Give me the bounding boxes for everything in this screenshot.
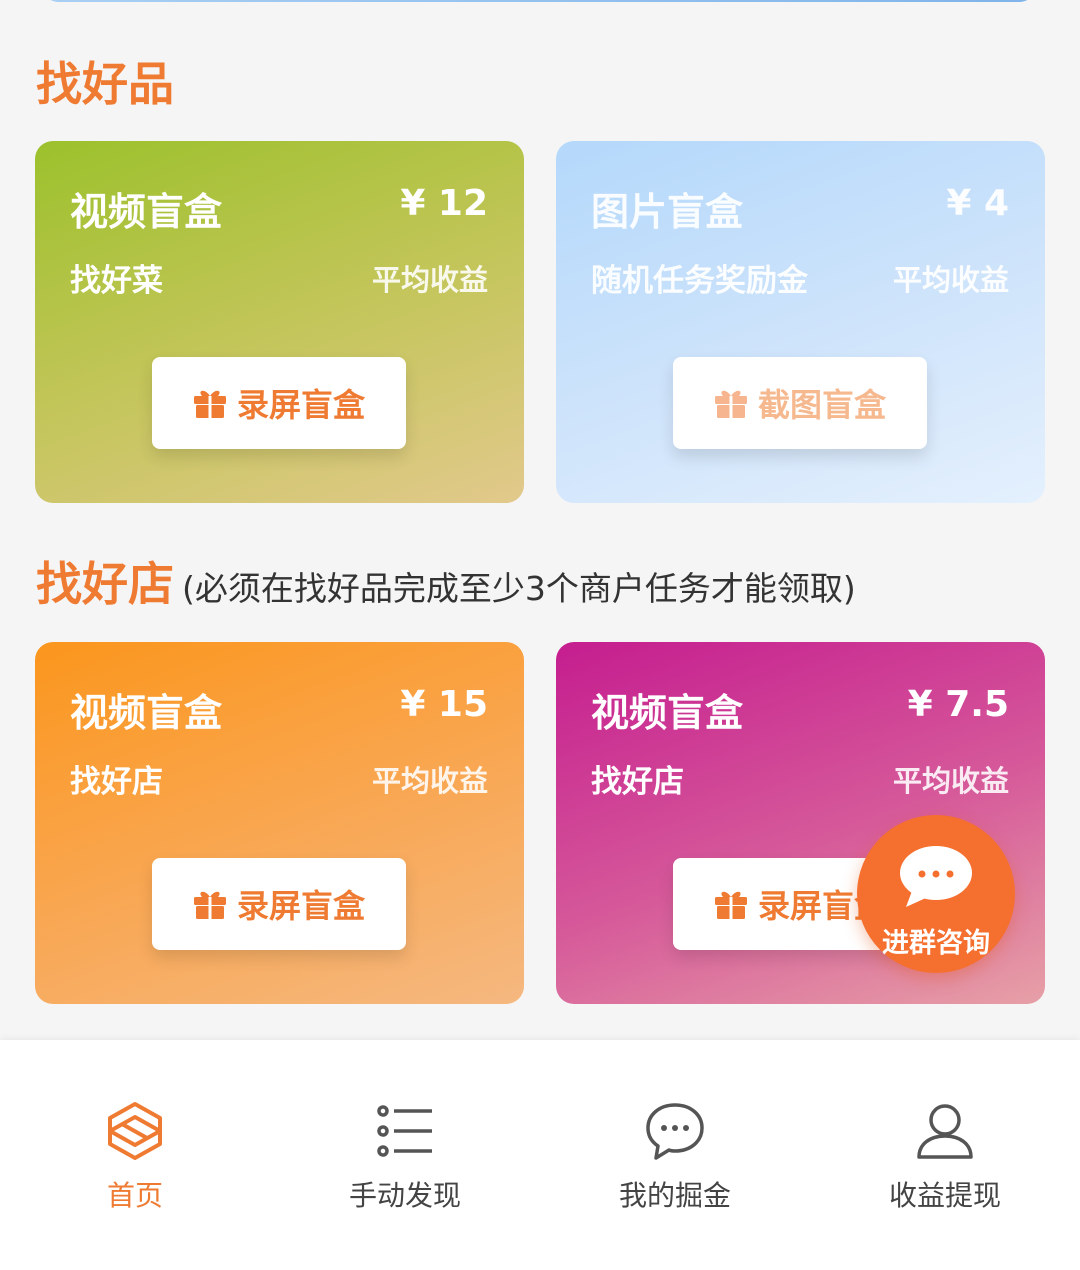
- card-subtitle: 找好菜: [70, 263, 163, 299]
- card-average-label: 平均收益: [371, 263, 488, 297]
- card-subtitle: 找好店: [70, 764, 163, 800]
- list-icon: [377, 1105, 432, 1157]
- chat-icon: [646, 1103, 704, 1160]
- tab-my-mining[interactable]: 我的掘金: [540, 1040, 810, 1270]
- section-title-good-products: 找好品: [36, 48, 174, 114]
- card-subtitle: 随机任务奖励金: [591, 263, 808, 299]
- card-subtitle: 找好店: [591, 764, 684, 800]
- cube-icon: [108, 1102, 162, 1160]
- record-blindbox-button[interactable]: 录屏盲盒: [152, 357, 406, 449]
- card-title: 视频盲盒: [70, 190, 223, 234]
- card-average-label: 平均收益: [892, 263, 1009, 297]
- section-title-good-shops: 找好店 (必须在找好品完成至少3个商户任务才能领取): [36, 548, 856, 614]
- section-note: (必须在找好品完成至少3个商户任务才能领取): [182, 569, 856, 608]
- tab-label: 手动发现: [348, 1179, 461, 1212]
- group-consult-button[interactable]: 进群咨询: [857, 815, 1015, 973]
- tab-label: 收益提现: [888, 1179, 1001, 1212]
- tab-label: 我的掘金: [618, 1179, 731, 1212]
- button-label: 截图盲盒: [757, 386, 886, 424]
- button-label: 录屏盲盒: [236, 887, 365, 925]
- section-title-text: 找好品: [36, 57, 174, 111]
- tab-home[interactable]: 首页: [0, 1040, 270, 1270]
- card-average-label: 平均收益: [371, 764, 488, 798]
- tab-earnings-withdraw[interactable]: 收益提现: [810, 1040, 1080, 1270]
- record-blindbox-button[interactable]: 录屏盲盒: [152, 858, 406, 950]
- card-title: 视频盲盒: [591, 691, 744, 735]
- gift-icon: [193, 390, 226, 418]
- tab-manual-discovery[interactable]: 手动发现: [270, 1040, 540, 1270]
- gift-icon: [193, 891, 226, 919]
- button-label: 录屏盲盒: [236, 386, 365, 424]
- user-icon: [917, 1104, 973, 1159]
- card-price: ¥ 12: [400, 183, 488, 224]
- gift-icon: [714, 390, 747, 418]
- bottom-tab-bar: 首页 手动发现 我的掘金 收益提现: [0, 1040, 1080, 1270]
- screenshot-blindbox-button[interactable]: 截图盲盒: [673, 357, 927, 449]
- card-price: ¥ 15: [400, 684, 488, 725]
- card-title: 图片盲盒: [591, 190, 744, 234]
- card-price: ¥ 4: [946, 183, 1009, 224]
- card-video-blindbox-product[interactable]: 视频盲盒 ¥ 12 找好菜 平均收益 录屏盲盒: [35, 141, 524, 503]
- card-video-blindbox-shop[interactable]: 视频盲盒 ¥ 15 找好店 平均收益 录屏盲盒: [35, 642, 524, 1004]
- section-title-text: 找好店: [36, 557, 174, 611]
- card-average-label: 平均收益: [892, 764, 1009, 798]
- consult-label: 进群咨询: [882, 928, 990, 959]
- tab-label: 首页: [106, 1179, 163, 1212]
- card-price: ¥ 7.5: [907, 684, 1009, 725]
- gift-icon: [714, 891, 747, 919]
- chat-bubble-icon: [900, 846, 972, 907]
- top-banner-edge: [44, 0, 1034, 2]
- card-image-blindbox[interactable]: 图片盲盒 ¥ 4 随机任务奖励金 平均收益 截图盲盒: [556, 141, 1045, 503]
- card-title: 视频盲盒: [70, 691, 223, 735]
